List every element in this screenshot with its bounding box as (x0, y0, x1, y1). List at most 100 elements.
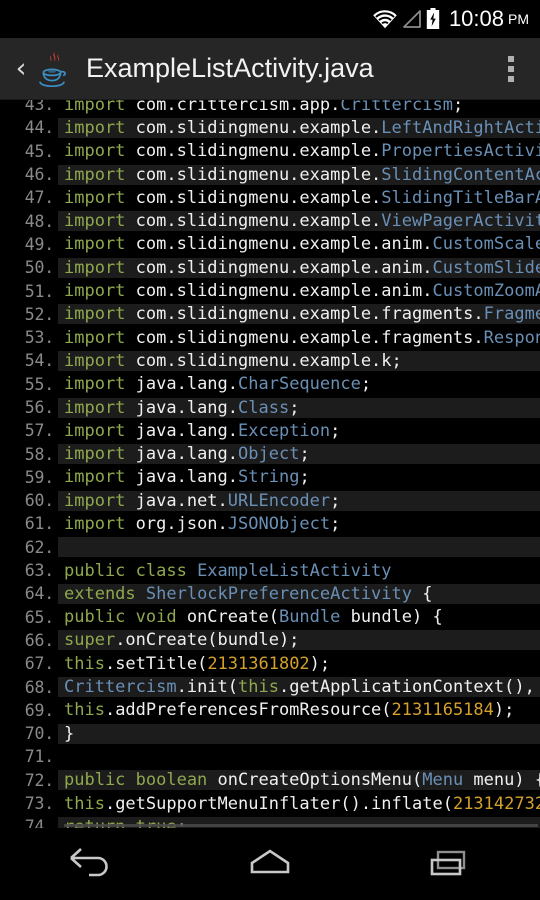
overflow-menu-icon[interactable] (500, 48, 522, 90)
code-line: 67. this.setTitle(2131361802); (0, 652, 540, 675)
code-token: ; (330, 513, 341, 534)
code-token: CustomZoomAnimation (432, 281, 540, 302)
line-number: 66. (0, 630, 58, 650)
navigation-bar (0, 828, 540, 900)
line-number: 69. (0, 700, 58, 720)
code-viewer[interactable]: 43. import com.crittercism.app.Crittercis… (0, 100, 540, 828)
code-line: 52. import com.slidingmenu.example.fragme… (0, 303, 540, 326)
line-number: 58. (0, 444, 58, 464)
code-line: 64. extends SherlockPreferenceActivity { (0, 582, 540, 605)
code-token: Crittercism (340, 100, 453, 115)
code-line-text: import com.slidingmenu.example.fragments… (58, 327, 540, 348)
code-token: ); (493, 700, 515, 721)
code-token: PropertiesActivity (381, 141, 540, 162)
code-token: java.lang. (135, 420, 239, 441)
line-number: 50. (0, 258, 58, 278)
code-token: ; (360, 374, 372, 395)
line-number: 72. (0, 770, 58, 790)
line-number: 73. (0, 794, 58, 814)
line-number: 59. (0, 467, 58, 487)
code-token: ; (299, 444, 310, 465)
code-line: 71. (0, 745, 540, 768)
code-token: import (64, 257, 136, 278)
line-number: 64. (0, 584, 58, 604)
code-token: public void (64, 607, 187, 628)
horizontal-scrollbar[interactable] (64, 824, 538, 827)
code-token: Crittercism (64, 677, 177, 698)
line-number: 63. (0, 561, 58, 581)
code-token: ; (452, 100, 464, 115)
code-token: import (64, 117, 136, 138)
code-token: com.slidingmenu.example.k; (135, 350, 402, 371)
code-token: Class (238, 397, 290, 418)
code-token: import (64, 141, 136, 162)
back-button[interactable] (30, 828, 150, 900)
code-token: import (64, 234, 136, 255)
line-number: 56. (0, 398, 58, 417)
code-line: 72. public boolean onCreateOptionsMenu(M… (0, 769, 540, 792)
code-token: .getApplicationContext(), ... (278, 677, 540, 698)
home-button[interactable] (210, 828, 330, 900)
code-line-text: public boolean onCreateOptionsMenu(Menu … (58, 770, 540, 791)
code-token: LeftAndRightActivity (381, 117, 540, 138)
code-line-text: import java.net.URLEncoder; (58, 490, 540, 511)
code-token: com.slidingmenu.example. (135, 117, 382, 138)
code-line-text: import java.lang.String; (58, 467, 540, 488)
code-token: org.json. (135, 513, 228, 534)
code-line: 51. import com.slidingmenu.example.anim.C… (0, 279, 540, 302)
code-token: ; (330, 420, 341, 441)
code-token: SlidingContentActivity (381, 164, 540, 185)
code-token: URLEncoder (227, 490, 331, 511)
line-number: 55. (0, 374, 58, 394)
code-token: String (238, 467, 300, 488)
code-token: com.slidingmenu.example.anim. (135, 257, 433, 278)
code-token: extends (64, 583, 146, 604)
code-token: com.slidingmenu.example. (135, 141, 382, 162)
code-token: import (64, 513, 136, 534)
line-number: 44. (0, 118, 58, 138)
code-token: Object (238, 444, 300, 465)
code-line-text: import com.crittercism.app.Crittercism; (58, 100, 540, 115)
code-token: public class (64, 560, 198, 581)
code-line: 60. import java.net.URLEncoder; (0, 489, 540, 512)
recents-icon (430, 850, 466, 876)
device-screen: 10:08 PM ‹ ExampleListActivity.java 43. i… (0, 0, 540, 900)
line-number: 71. (0, 747, 58, 767)
home-icon (250, 849, 290, 874)
code-line: 62. (0, 536, 540, 559)
code-token: ; (299, 467, 310, 488)
code-line: 59. import java.lang.String; (0, 466, 540, 489)
code-token: com.slidingmenu.example.fragments. (135, 327, 484, 348)
code-line: 57. import java.lang.Exception; (0, 419, 540, 442)
code-token: 2131427328 (452, 793, 540, 814)
code-token: com.crittercism.app. (135, 100, 341, 115)
status-clock: 10:08 (448, 6, 504, 31)
line-number: 57. (0, 421, 58, 441)
line-number: 52. (0, 304, 58, 324)
back-chevron-icon[interactable]: ‹ (6, 55, 36, 82)
code-token: java.lang. (135, 467, 239, 488)
code-token: public boolean (64, 770, 218, 791)
line-number: 47. (0, 188, 58, 208)
code-token: .onCreate(bundle); (115, 630, 300, 651)
code-line-text: public class ExampleListActivity (58, 560, 540, 581)
code-token: .init( (176, 677, 239, 698)
line-number: 54. (0, 351, 58, 371)
code-token: com.slidingmenu.example.fragments. (135, 304, 484, 325)
code-token: java.lang. (135, 444, 239, 465)
line-number: 51. (0, 281, 58, 301)
code-token: .getSupportMenuInflater().inflate( (104, 793, 453, 814)
code-line-text: import com.slidingmenu.example.SlidingCo… (58, 164, 540, 185)
status-bar: 10:08 PM (0, 0, 540, 38)
code-token: ; (289, 397, 300, 418)
code-token: CustomScaleAnimation (432, 234, 540, 255)
line-number: 67. (0, 654, 58, 674)
recents-button[interactable] (390, 828, 510, 900)
code-token: onCreate( (186, 607, 279, 628)
code-token: import (64, 327, 136, 348)
code-token: import (64, 281, 136, 302)
code-token: Menu (422, 770, 464, 791)
code-line: 61. import org.json.JSONObject; (0, 512, 540, 535)
wifi-icon (373, 10, 397, 29)
code-token: import (64, 164, 136, 185)
